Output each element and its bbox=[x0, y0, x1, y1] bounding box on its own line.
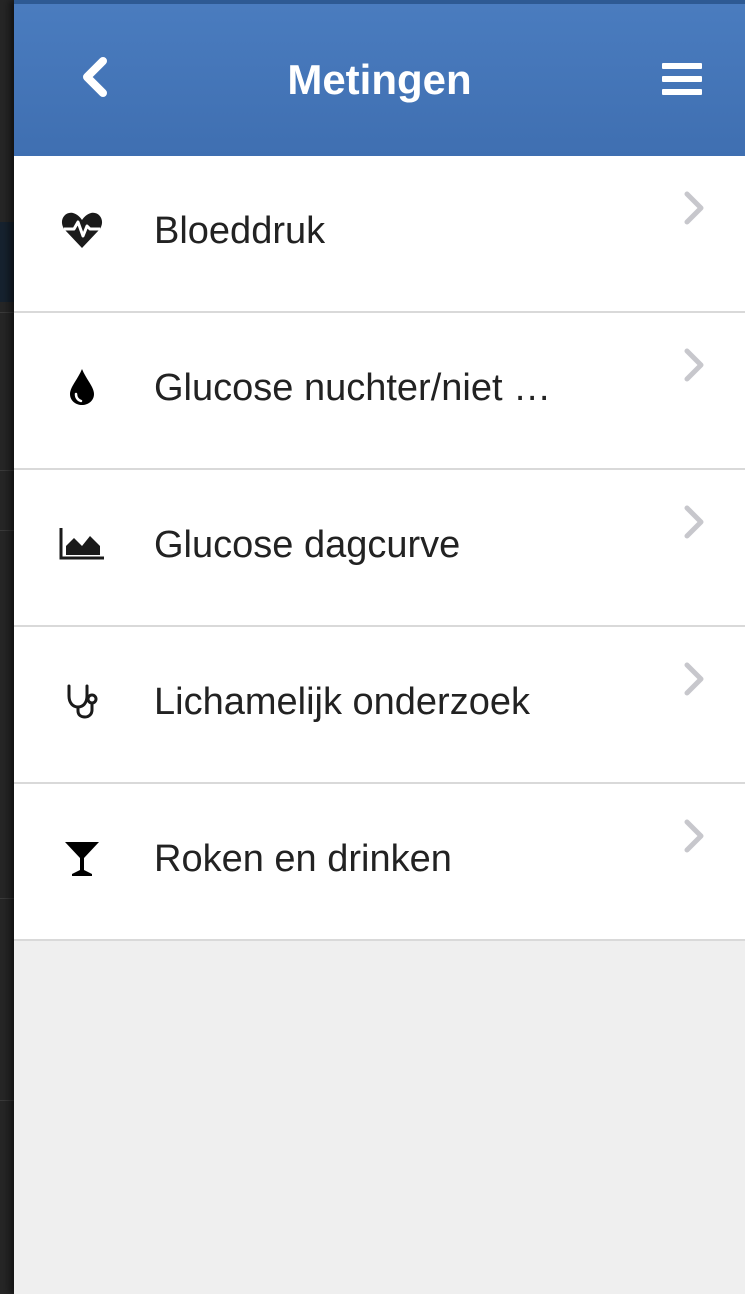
background-page-block bbox=[0, 222, 14, 302]
list-item-label: Lichamelijk onderzoek bbox=[154, 680, 530, 723]
background-divider bbox=[0, 898, 14, 899]
chevron-right-icon bbox=[679, 343, 709, 387]
list-item-label: Roken en drinken bbox=[154, 837, 452, 880]
list-item-label: Bloeddruk bbox=[154, 209, 326, 252]
cocktail-glass-icon bbox=[54, 830, 110, 886]
chevron-right-icon bbox=[679, 657, 709, 701]
page-title: Metingen bbox=[287, 56, 472, 103]
chevron-right-icon bbox=[679, 186, 709, 230]
menu-button[interactable] bbox=[649, 48, 715, 114]
list-item-glucose-nuchter[interactable]: Glucose nuchter/niet … bbox=[14, 313, 745, 470]
chevron-right-icon bbox=[679, 500, 709, 544]
background-page bbox=[0, 0, 14, 1294]
side-panel: Metingen Bloeddruk Glucose nuchter/niet … bbox=[14, 0, 745, 1294]
screen: Metingen Bloeddruk Glucose nuchter/niet … bbox=[0, 0, 745, 1294]
list-item-label: Glucose nuchter/niet … bbox=[154, 366, 552, 409]
heartbeat-icon bbox=[54, 202, 110, 258]
background-divider bbox=[0, 470, 14, 471]
list-item-glucose-dagcurve[interactable]: Glucose dagcurve bbox=[14, 470, 745, 627]
chevron-right-icon bbox=[679, 814, 709, 858]
background-divider bbox=[0, 1100, 14, 1101]
background-divider bbox=[0, 530, 14, 531]
background-divider bbox=[0, 312, 14, 313]
list-item-bloeddruk[interactable]: Bloeddruk bbox=[14, 156, 745, 313]
list-item-lichamelijk-onderzoek[interactable]: Lichamelijk onderzoek bbox=[14, 627, 745, 784]
measurements-list: Bloeddruk Glucose nuchter/niet … Glucose… bbox=[14, 156, 745, 941]
hamburger-menu-icon bbox=[660, 61, 704, 102]
back-button[interactable] bbox=[64, 44, 124, 114]
drop-icon bbox=[54, 359, 110, 415]
chevron-left-icon bbox=[79, 55, 109, 104]
stethoscope-icon bbox=[54, 673, 110, 729]
header-bar: Metingen bbox=[14, 0, 745, 156]
list-item-roken-en-drinken[interactable]: Roken en drinken bbox=[14, 784, 745, 941]
area-chart-icon bbox=[54, 516, 110, 572]
list-item-label: Glucose dagcurve bbox=[154, 523, 461, 566]
